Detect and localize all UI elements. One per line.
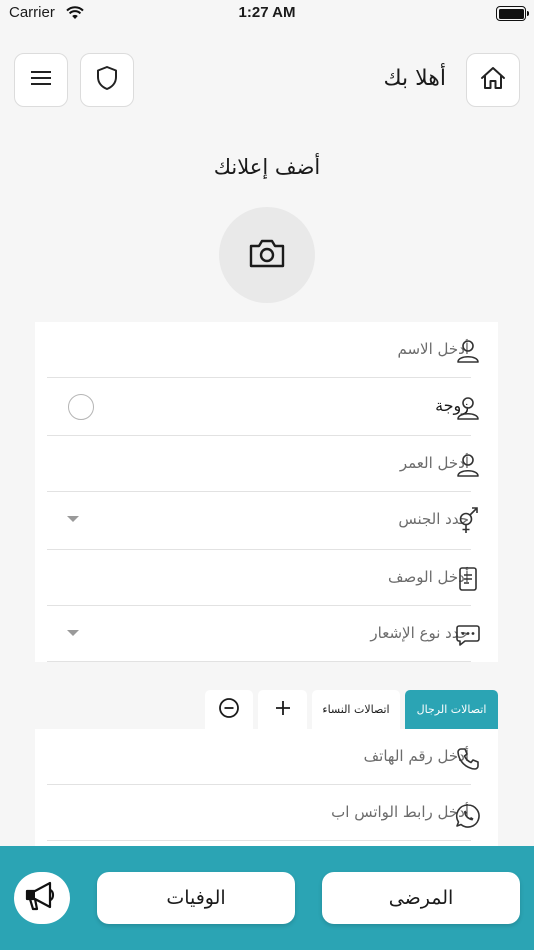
deaths-button[interactable]: الوفيات — [97, 872, 295, 924]
plus-icon — [274, 699, 292, 720]
add-contact-button[interactable] — [258, 690, 307, 729]
phone-icon — [453, 744, 483, 774]
shield-icon — [95, 65, 119, 95]
relation-field[interactable]: زوجة — [47, 378, 471, 436]
menu-icon — [31, 70, 51, 90]
megaphone-icon — [24, 880, 60, 916]
greeting: أهلا بك — [383, 66, 447, 91]
gender-icon — [453, 506, 483, 536]
person-icon — [453, 393, 483, 423]
home-icon — [480, 66, 506, 94]
battery-icon — [496, 6, 529, 21]
menu-button[interactable] — [14, 53, 68, 107]
person-icon — [453, 336, 483, 366]
relation-radio[interactable] — [68, 394, 94, 420]
gender-select[interactable]: حدد الجنس — [47, 492, 471, 550]
description-field[interactable]: أدخل الوصف — [47, 550, 471, 606]
whatsapp-field[interactable]: أدخل رابط الواتس اب — [47, 785, 471, 841]
tab-men-contacts[interactable]: اتصالات الرجال — [405, 690, 498, 729]
ad-form: أدخل الاسم زوجة أدخل العمر حدد الجنس أدخ… — [35, 322, 498, 662]
clock: 1:27 AM — [238, 4, 296, 21]
notification-type-select[interactable]: حدد نوع الإشعار — [47, 606, 471, 662]
status-bar: Carrier 1:27 AM — [0, 0, 534, 30]
minus-circle-icon — [218, 697, 240, 722]
home-button[interactable] — [466, 53, 520, 107]
chat-icon — [453, 620, 483, 650]
name-field[interactable]: أدخل الاسم — [47, 322, 471, 378]
document-icon — [453, 564, 483, 594]
phone-field[interactable]: أدخل رقم الهاتف — [47, 729, 471, 785]
whatsapp-input[interactable]: أدخل رابط الواتس اب — [331, 803, 469, 821]
person-icon — [453, 450, 483, 480]
remove-contact-button[interactable] — [205, 690, 253, 729]
page-title: أضف إعلانك — [213, 155, 321, 179]
add-photo-button[interactable] — [219, 207, 315, 303]
camera-icon — [248, 237, 286, 273]
shield-button[interactable] — [80, 53, 134, 107]
whatsapp-icon — [453, 801, 483, 831]
bottom-nav: المرضى الوفيات — [0, 846, 534, 950]
chevron-down-icon — [67, 516, 79, 522]
patients-button[interactable]: المرضى — [322, 872, 520, 924]
announcements-button[interactable] — [14, 872, 70, 924]
age-field[interactable]: أدخل العمر — [47, 436, 471, 492]
contacts-form: أدخل رقم الهاتف أدخل رابط الواتس اب — [35, 729, 498, 859]
chevron-down-icon — [67, 630, 79, 636]
tab-women-contacts[interactable]: اتصالات النساء — [312, 690, 400, 729]
